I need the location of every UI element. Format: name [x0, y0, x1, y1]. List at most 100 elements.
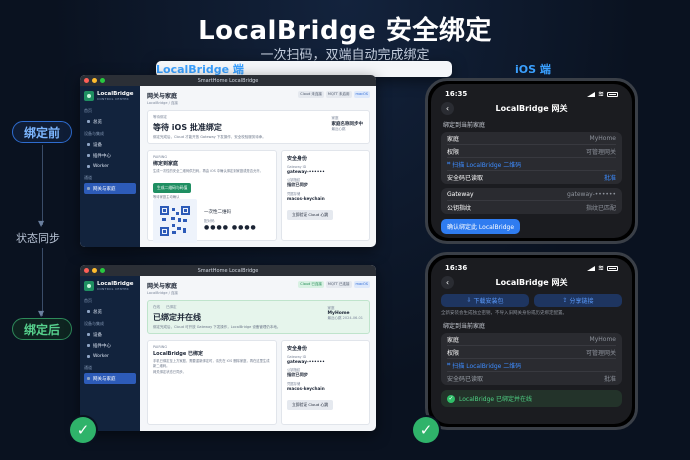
home-icon — [87, 310, 90, 314]
fingerprint-value: 指纹已同步 — [287, 372, 308, 377]
sidebar-item-plugins[interactable]: 插件中心 — [84, 340, 136, 351]
download-package-button[interactable]: ⇩ 下载安装包 — [441, 294, 529, 307]
flow-after-pill: 绑定后 — [12, 318, 72, 340]
arrow-down-icon: ▼ — [38, 309, 45, 318]
home-info: 家庭 MyHome 最近心跳 2024-06-01 — [327, 306, 363, 320]
home-icon — [87, 120, 90, 124]
sidebar-section-label: 首页 — [84, 298, 92, 304]
share-icon: ⇪ — [562, 297, 570, 304]
section-header: 绑定到当前家庭 — [443, 323, 486, 330]
wifi-icon: ≋ — [598, 90, 604, 98]
list-row[interactable]: 家庭 MyHome — [447, 132, 616, 145]
list-row: 公钥指纹 指纹已匹配 — [447, 205, 616, 212]
iphone-after: 16:36 ≋ ‹ LocalBridge 网关 ⇩ 下载安装包 ⇪ 分享链接 … — [425, 252, 638, 430]
pairing-card: PAIRING 绑定到家庭 生成一次性的安全二维码供扫码，再由 iOS 中确认绑… — [147, 150, 277, 243]
ios-status-bar: 16:36 ≋ — [441, 264, 622, 272]
section-header: 绑定到当前家庭 — [443, 122, 486, 129]
status-chips: Cloud 未连接 MQTT 未启用 macOS — [296, 91, 370, 98]
sidebar-item-worker[interactable]: Worker — [84, 161, 136, 171]
iphone-before: 16:35 ≋ ‹ LocalBridge 网关 绑定到当前家庭 家庭 MyHom… — [425, 78, 638, 244]
sidebar-section-label: 通道 — [84, 175, 92, 181]
list-row: Gateway gateway-•••••• — [447, 188, 616, 201]
gateway-id: gateway-•••••• — [287, 359, 325, 364]
window-title: SmartHome LocalBridge — [197, 77, 259, 84]
confirm-bind-button[interactable]: 确认绑定此 LocalBridge — [441, 219, 521, 234]
status-chip: MQTT 未启用 — [325, 91, 352, 98]
sidebar-item-worker[interactable]: Worker — [84, 351, 136, 361]
home-info: 家庭 家庭名称同步中 最近心跳 — [331, 116, 364, 131]
scan-qr-row[interactable]: ⌗ 扫描 LocalBridge 二维码 — [447, 158, 616, 171]
sidebar-item-devices[interactable]: 设备 — [84, 139, 136, 150]
download-icon: ⇩ — [466, 297, 474, 304]
wifi-icon: ≋ — [598, 264, 604, 272]
fingerprint-value: 指纹已同步 — [287, 182, 308, 187]
brand: LocalBridge CONTROL CENTER — [84, 91, 136, 101]
sidebar-section-label: 首页 — [84, 108, 92, 114]
pairing-title: 绑定到家庭 — [153, 161, 179, 167]
nav-title: LocalBridge 网关 — [495, 277, 568, 287]
mac-window-before: SmartHome LocalBridge LocalBridge CONTRO… — [80, 75, 376, 247]
brand: LocalBridge CONTROL CENTER — [84, 281, 136, 291]
mac-window-after: SmartHome LocalBridge LocalBridge CONTRO… — [80, 265, 376, 431]
window-title: SmartHome LocalBridge — [197, 267, 259, 274]
sidebar-item-overview[interactable]: 总览 — [84, 116, 136, 127]
brand-logo-icon — [84, 281, 94, 292]
status-note: 绑定完成后，Cloud 可开放 Gateway 下发操作，LocalBridge… — [153, 325, 281, 329]
breadcrumb: LocalBridge / 连接 — [147, 101, 178, 105]
ios-status-bar: 16:35 ≋ — [441, 90, 622, 98]
pairing-tag: PAIRING — [153, 155, 168, 159]
sidebar-item-overview[interactable]: 总览 — [84, 306, 136, 317]
pairing-description: 手机已绑定至上方家庭，需要重新绑定时，请先在 iOS 删除家庭，再在这里生成新二… — [153, 359, 270, 368]
pairing-card: PAIRING LocalBridge 已绑定 手机已绑定至上方家庭，需要重新绑… — [147, 340, 277, 425]
device-icon — [87, 333, 90, 337]
bind-success-banner: ✓ LocalBridge 已绑定并在线 — [441, 390, 622, 407]
brand-logo-icon — [84, 91, 94, 102]
ios-nav-bar: ‹ LocalBridge 网关 — [441, 275, 622, 289]
credential-store: macos-keychain — [287, 386, 325, 391]
ios-nav-bar: ‹ LocalBridge 网关 — [441, 101, 622, 115]
install-note: 全新安装会生成独立密钥，不导入旧网关身份或历史绑定配置。 — [441, 311, 567, 316]
check-icon: ✓ — [70, 417, 96, 443]
sidebar-section-label: 设备与集成 — [84, 131, 104, 137]
list-row[interactable]: 家庭 MyHome — [447, 333, 616, 346]
ios-column-label: iOS 端 — [515, 63, 551, 76]
gateway-id: gateway-•••••• — [287, 169, 325, 174]
arrow-down-icon: ▼ — [38, 219, 45, 228]
check-icon: ✓ — [413, 417, 439, 443]
scan-qr-row[interactable]: ⌗ 扫描 LocalBridge 二维码 — [447, 359, 616, 372]
status-chip: macOS — [353, 281, 370, 288]
sidebar-item-gateway[interactable]: 网关与家庭 — [84, 183, 136, 195]
status-chip: MQTT 已连接 — [325, 281, 352, 288]
flow-middle-label: 状态同步 — [16, 232, 60, 245]
status-chip: Cloud 已连接 — [298, 281, 324, 288]
breadcrumb: LocalBridge / 连接 — [147, 291, 178, 295]
pairing-description: 生成一次性的安全二维码供扫码，再由 iOS 中确认绑定到家庭或是否允许。 — [153, 169, 263, 173]
gateway-group: Gateway gateway-•••••• 公钥指纹 指纹已匹配 — [441, 188, 622, 214]
battery-icon — [607, 91, 618, 97]
signal-icon — [587, 91, 596, 97]
device-icon — [87, 143, 90, 147]
share-link-button[interactable]: ⇪ 分享链接 — [534, 294, 622, 307]
nav-title: LocalBridge 网关 — [495, 103, 568, 113]
plugin-icon — [87, 154, 90, 158]
flow-before-pill: 绑定前 — [12, 121, 72, 143]
window-titlebar: SmartHome LocalBridge — [80, 265, 376, 276]
verify-heartbeat-button[interactable]: 立即验证 Cloud 心跳 — [287, 400, 334, 410]
brand-subtitle: CONTROL CENTER — [97, 97, 129, 102]
flow-line — [42, 248, 43, 316]
sidebar-item-gateway[interactable]: 网关与家庭 — [84, 373, 136, 385]
list-row[interactable]: 权限 可管理网关 — [447, 145, 616, 158]
clock: 16:36 — [445, 264, 468, 272]
list-row[interactable]: 权限 可管理网关 — [447, 346, 616, 359]
sidebar: LocalBridge CONTROL CENTER 首页 总览 设备与集成 设… — [80, 86, 140, 247]
generate-qr-button[interactable]: 生成二维码与码值 — [153, 182, 192, 193]
pairing-title: LocalBridge 已绑定 — [153, 351, 203, 357]
sidebar-item-devices[interactable]: 设备 — [84, 329, 136, 340]
verify-heartbeat-button[interactable]: 立即验证 Cloud 心跳 — [287, 210, 334, 220]
security-identity-card: 安全身份 Gateway ID gateway-•••••• 公钥指纹 指纹已同… — [281, 340, 370, 425]
list-row[interactable]: 安全码已读取 批准 — [447, 171, 616, 184]
worker-icon — [87, 164, 90, 168]
sidebar-item-plugins[interactable]: 插件中心 — [84, 150, 136, 161]
main-content: 网关与家庭 LocalBridge / 连接 Cloud 已连接 MQTT 已连… — [140, 276, 376, 431]
home-group: 家庭 MyHome 权限 可管理网关 ⌗ 扫描 LocalBridge 二维码 安全… — [441, 333, 622, 385]
